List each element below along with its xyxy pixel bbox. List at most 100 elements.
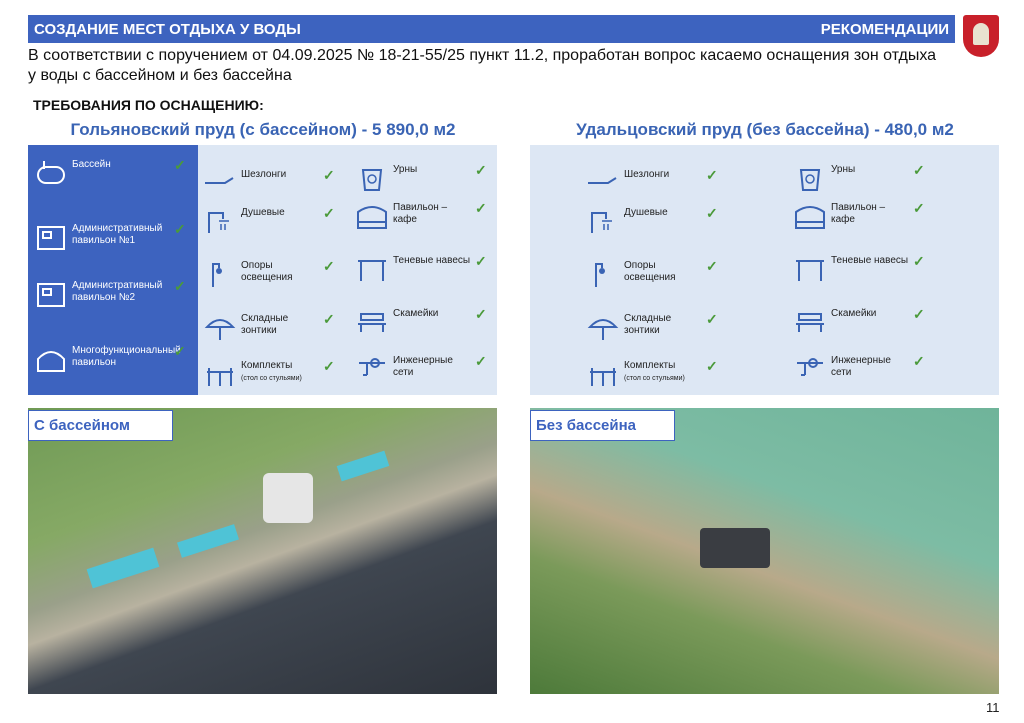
- item-name: Складные зонтики: [241, 313, 289, 336]
- dome-pavilion-icon: [34, 345, 68, 373]
- right-equipment-panel: Шезлонги ✓ Душевые ✓ Опоры освещения ✓ Складны…: [530, 145, 999, 395]
- equipment-item: Урны ✓: [355, 162, 487, 192]
- umbrella-icon: [586, 313, 620, 341]
- item-name: Опоры освещения: [624, 260, 676, 283]
- canopy-icon: [355, 255, 389, 283]
- item-name: Теневые навесы: [831, 255, 909, 266]
- check-icon: ✓: [706, 205, 718, 221]
- item-name: Комплекты: [624, 360, 676, 371]
- equipment-item: Павильон – кафе ✓: [793, 200, 925, 230]
- item-name: Административный павильон №2: [72, 280, 163, 303]
- item-label: Павильон – кафе: [831, 202, 911, 226]
- pavilion-icon: [34, 280, 68, 308]
- item-name: Павильон – кафе: [831, 202, 886, 225]
- item-label: Складные зонтики: [241, 313, 321, 337]
- left-equipment-panel: Бассейн ✓ Административный павильон №1 ✓ Адм…: [28, 145, 497, 395]
- check-icon: ✓: [913, 306, 925, 322]
- check-icon: ✓: [475, 306, 487, 322]
- check-icon: ✓: [174, 278, 186, 294]
- check-icon: ✓: [323, 258, 335, 274]
- equipment-item: Скамейки ✓: [355, 306, 487, 336]
- equipment-item: Павильон – кафе ✓: [355, 200, 487, 230]
- equipment-item: Многофункциональный павильон ✓: [34, 344, 186, 373]
- check-icon: ✓: [475, 253, 487, 269]
- left-site-title: Гольяновский пруд (с бассейном) - 5 890,…: [70, 120, 456, 139]
- equipment-item: Душевые ✓: [203, 206, 335, 235]
- item-label: Урны: [393, 164, 473, 176]
- item-note: (стол со стульями): [624, 375, 685, 382]
- equipment-item: Опоры освещения ✓: [203, 258, 335, 288]
- item-label: Комплекты (стол со стульями): [624, 360, 704, 385]
- item-label: Павильон – кафе: [393, 202, 473, 226]
- equipment-item: Опоры освещения ✓: [586, 258, 718, 288]
- photo-without-pool: Без бассейна: [530, 408, 999, 694]
- check-icon: ✓: [323, 358, 335, 374]
- trash-bin-icon: [793, 164, 827, 192]
- equipment-item: Шезлонги ✓: [586, 167, 718, 197]
- requirements-heading: ТРЕБОВАНИЯ ПО ОСНАЩЕНИЮ:: [33, 97, 264, 113]
- cafe-pavilion-icon: [355, 202, 389, 230]
- equipment-item: Урны ✓: [793, 162, 925, 192]
- right-site-title: Удальцовский пруд (без бассейна) - 480,0…: [576, 120, 954, 139]
- sunbed-icon: [203, 169, 237, 197]
- intro-text: В соответствии с поручением от 04.09.202…: [28, 47, 937, 84]
- equipment-item: Инженерные сети ✓: [355, 354, 487, 383]
- check-icon: ✓: [913, 200, 925, 216]
- item-name: Складные зонтики: [624, 313, 672, 336]
- sunbed-icon: [586, 169, 620, 197]
- item-label: Комплекты (стол со стульями): [241, 360, 321, 385]
- check-icon: ✓: [323, 311, 335, 327]
- check-icon: ✓: [475, 162, 487, 178]
- check-icon: ✓: [913, 253, 925, 269]
- street-lamp-icon: [203, 260, 237, 288]
- check-icon: ✓: [706, 311, 718, 327]
- check-icon: ✓: [913, 353, 925, 369]
- section-label: РЕКОМЕНДАЦИИ: [820, 20, 949, 38]
- pipe-icon: [355, 355, 389, 383]
- item-name: Душевые: [241, 207, 285, 218]
- item-label: Опоры освещения: [624, 260, 704, 284]
- item-name: Шезлонги: [624, 169, 670, 180]
- equipment-item: Складные зонтики ✓: [586, 311, 718, 341]
- photo-label: С бассейном: [28, 410, 173, 441]
- item-name: Урны: [393, 164, 418, 175]
- equipment-item: Бассейн ✓: [34, 157, 186, 187]
- pipe-icon: [793, 355, 827, 383]
- check-icon: ✓: [174, 221, 186, 237]
- check-icon: ✓: [174, 157, 186, 173]
- pool-items-panel: Бассейн ✓ Административный павильон №1 ✓ Адм…: [28, 145, 198, 395]
- item-name: Инженерные сети: [393, 355, 453, 378]
- item-note: (стол со стульями): [241, 375, 302, 382]
- item-name: Инженерные сети: [831, 355, 891, 378]
- item-label: Инженерные сети: [393, 355, 473, 379]
- equipment-item: Административный павильон №2 ✓: [34, 278, 186, 308]
- item-label: Бассейн: [72, 159, 172, 171]
- item-name: Скамейки: [393, 308, 439, 319]
- item-label: Опоры освещения: [241, 260, 321, 284]
- item-label: Административный павильон №1: [72, 223, 172, 247]
- check-icon: ✓: [913, 162, 925, 178]
- check-icon: ✓: [475, 200, 487, 216]
- check-icon: ✓: [706, 167, 718, 183]
- equipment-item: Теневые навесы ✓: [793, 253, 925, 283]
- item-label: Урны: [831, 164, 911, 176]
- item-label: Скамейки: [393, 308, 473, 320]
- item-name: Шезлонги: [241, 169, 287, 180]
- item-name: Павильон – кафе: [393, 202, 448, 225]
- item-label: Многофункциональный павильон: [72, 345, 181, 369]
- photo-label: Без бассейна: [530, 410, 675, 441]
- equipment-item: Комплекты (стол со стульями) ✓: [586, 359, 718, 388]
- cafe-pavilion-icon: [793, 202, 827, 230]
- item-name: Опоры освещения: [241, 260, 293, 283]
- photo-with-pool: С бассейном: [28, 408, 497, 694]
- item-name: Скамейки: [831, 308, 877, 319]
- equipment-item: Инженерные сети ✓: [793, 353, 925, 383]
- street-lamp-icon: [586, 260, 620, 288]
- check-icon: ✓: [706, 258, 718, 274]
- item-label: Шезлонги: [624, 169, 704, 181]
- header-bar: СОЗДАНИЕ МЕСТ ОТДЫХА У ВОДЫ РЕКОМЕНДАЦИИ: [28, 15, 955, 43]
- item-label: Теневые навесы: [393, 255, 473, 267]
- item-name: Урны: [831, 164, 856, 175]
- item-name: Комплекты: [241, 360, 293, 371]
- shower-icon: [586, 207, 620, 235]
